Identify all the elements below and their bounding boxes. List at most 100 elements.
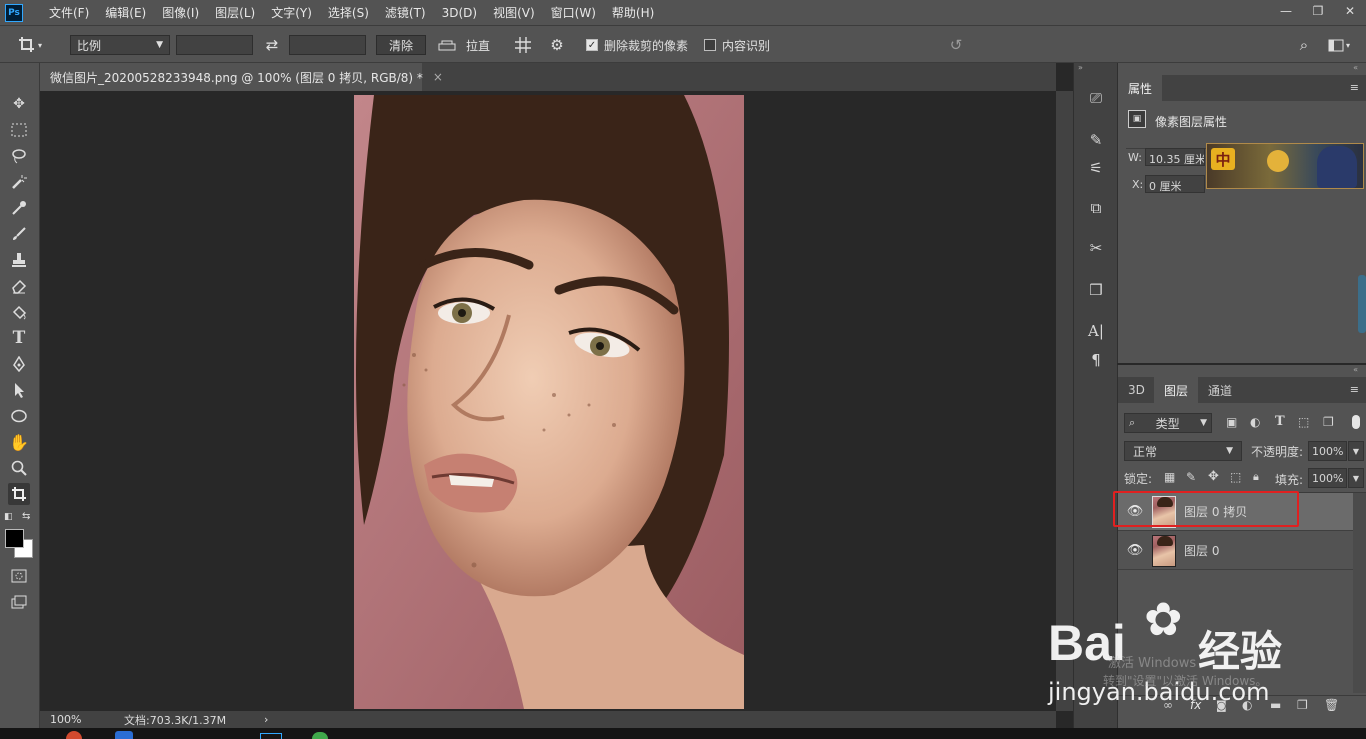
paint-bucket-tool-icon[interactable] (8, 301, 30, 323)
chevron-down-icon[interactable]: ▼ (1348, 441, 1364, 461)
opacity-input[interactable]: 100% (1308, 441, 1347, 461)
path-selection-tool-icon[interactable] (8, 379, 30, 401)
magic-wand-tool-icon[interactable] (8, 171, 30, 193)
chevron-down-icon[interactable]: ▼ (1348, 468, 1364, 488)
zoom-level[interactable]: 100% (50, 713, 98, 726)
restore-button[interactable]: ❐ (1302, 0, 1334, 22)
lasso-tool-icon[interactable] (8, 145, 30, 167)
adjustment-layer-icon[interactable]: ◐ (1242, 698, 1252, 712)
eye-icon[interactable]: 👁︎ (1118, 543, 1152, 558)
swap-colors-icon[interactable]: ⇆ (22, 511, 30, 522)
gear-icon[interactable]: ⚙ (546, 35, 568, 55)
workspace-icon[interactable]: ▾ (1324, 35, 1354, 55)
menu-layer[interactable]: 图层(L) (207, 4, 263, 21)
close-tab-icon[interactable]: × (433, 70, 443, 84)
menu-window[interactable]: 窗口(W) (543, 4, 604, 21)
character-panel-icon[interactable]: A| (1082, 318, 1110, 344)
panel-menu-icon[interactable]: ≡ (1350, 383, 1359, 396)
blend-mode-select[interactable]: 正常 ▼ (1124, 441, 1242, 461)
adjustments-icon[interactable]: ⚟ (1082, 155, 1110, 181)
tab-properties[interactable]: 属性 (1118, 75, 1163, 101)
crop-tool-icon[interactable] (8, 483, 30, 505)
straighten-icon[interactable] (436, 35, 458, 55)
marquee-tool-icon[interactable] (8, 119, 30, 141)
quick-mask-icon[interactable] (8, 565, 30, 587)
tool-presets-icon[interactable]: ✂ (1082, 235, 1110, 261)
layer-name[interactable]: 图层 0 (1184, 542, 1219, 559)
lock-all-icon[interactable]: 🔒︎ (1253, 470, 1259, 484)
status-menu-arrow[interactable]: › (264, 713, 268, 726)
group-folder-icon[interactable]: ▬ (1270, 698, 1281, 712)
swap-icon[interactable]: ⇄ (262, 35, 282, 55)
menu-filter[interactable]: 滤镜(T) (377, 4, 434, 21)
collapse-icon[interactable]: « (1353, 63, 1358, 72)
ratio-height-input[interactable] (289, 35, 366, 55)
canvas-vertical-scrollbar[interactable] (1056, 91, 1073, 711)
ratio-width-input[interactable] (176, 35, 253, 55)
libraries-icon[interactable]: ❒ (1082, 277, 1110, 303)
panel-resize-handle[interactable] (1358, 275, 1366, 333)
foreground-color-swatch[interactable] (5, 529, 24, 548)
menu-image[interactable]: 图像(I) (154, 4, 207, 21)
history-panel-icon[interactable]: ⎚ (1082, 85, 1110, 111)
straighten-label[interactable]: 拉直 (466, 35, 490, 55)
menu-help[interactable]: 帮助(H) (604, 4, 662, 21)
filter-pixel-icon[interactable]: ▣ (1226, 415, 1237, 429)
lock-transparent-icon[interactable]: ▦ (1164, 470, 1175, 484)
menu-file[interactable]: 文件(F) (41, 4, 97, 21)
menu-type[interactable]: 文字(Y) (263, 4, 320, 21)
content-aware-checkbox[interactable]: 内容识别 (704, 35, 770, 55)
move-tool-icon[interactable]: ✥ (8, 93, 30, 115)
lock-paint-icon[interactable]: ✎ (1186, 470, 1196, 484)
hand-tool-icon[interactable]: ✋ (8, 431, 30, 453)
tab-layers[interactable]: 图层 (1154, 377, 1199, 403)
taskbar-app-icon[interactable] (115, 731, 133, 739)
layer-row-base[interactable]: 👁︎ 图层 0 (1118, 532, 1353, 570)
tab-channels[interactable]: 通道 (1198, 377, 1242, 403)
fx-icon[interactable]: fx (1190, 698, 1201, 712)
stamp-tool-icon[interactable] (8, 249, 30, 271)
brush-tool-icon[interactable] (8, 223, 30, 245)
paragraph-panel-icon[interactable]: ¶ (1082, 347, 1110, 373)
menu-select[interactable]: 选择(S) (320, 4, 377, 21)
search-icon[interactable]: ⌕ (1294, 35, 1314, 55)
grid-overlay-icon[interactable] (512, 35, 534, 55)
canvas-area[interactable] (40, 91, 1056, 711)
portrait-photo[interactable] (354, 95, 744, 709)
ratio-select[interactable]: 比例 ▼ (70, 35, 170, 55)
filter-smart-object-icon[interactable]: ❐ (1323, 415, 1334, 429)
pen-tool-icon[interactable] (8, 353, 30, 375)
photoshop-logo[interactable]: Ps (5, 3, 23, 22)
trash-icon[interactable]: 🗑︎ (1324, 698, 1339, 712)
x-input[interactable]: 0 厘米 (1145, 175, 1205, 193)
screen-mode-icon[interactable] (8, 591, 30, 613)
menu-3d[interactable]: 3D(D) (434, 6, 485, 20)
add-mask-icon[interactable]: ◙ (1216, 699, 1227, 712)
filter-toggle[interactable] (1352, 415, 1360, 429)
lock-artboard-icon[interactable]: ⬚ (1230, 470, 1241, 484)
new-layer-icon[interactable]: ❐ (1297, 698, 1308, 712)
collapse-icon[interactable]: « (1353, 365, 1358, 374)
link-layers-icon[interactable]: ∞ (1163, 698, 1173, 712)
ellipse-tool-icon[interactable] (8, 405, 30, 427)
filter-shape-icon[interactable]: ⬚ (1298, 415, 1309, 429)
type-tool-icon[interactable]: T (8, 327, 30, 349)
menu-edit[interactable]: 编辑(E) (97, 4, 154, 21)
collapse-icon[interactable]: » (1078, 63, 1083, 72)
layer-filter-select[interactable]: ⌕ 类型 ▼ (1124, 413, 1212, 433)
eyedropper-tool-icon[interactable] (8, 197, 30, 219)
clone-source-icon[interactable]: ⧉ (1082, 195, 1110, 221)
tab-3d[interactable]: 3D (1118, 377, 1155, 403)
overlay-banner-image[interactable]: 中 (1206, 143, 1364, 189)
default-colors-icon[interactable]: ◧ (4, 512, 13, 522)
lock-position-icon[interactable]: ✥ (1208, 469, 1219, 484)
taskbar-app-icon[interactable] (312, 732, 328, 739)
layers-scrollbar[interactable] (1353, 493, 1366, 693)
filter-adjustment-icon[interactable]: ◐ (1250, 415, 1260, 429)
document-tab[interactable]: 微信图片_20200528233948.png @ 100% (图层 0 拷贝,… (40, 63, 443, 91)
crop-tool-preset[interactable]: ▾ (18, 35, 46, 55)
eraser-tool-icon[interactable] (8, 275, 30, 297)
zoom-tool-icon[interactable] (8, 457, 30, 479)
taskbar-app-icon[interactable] (66, 731, 82, 739)
reset-icon[interactable]: ↺ (946, 35, 966, 55)
